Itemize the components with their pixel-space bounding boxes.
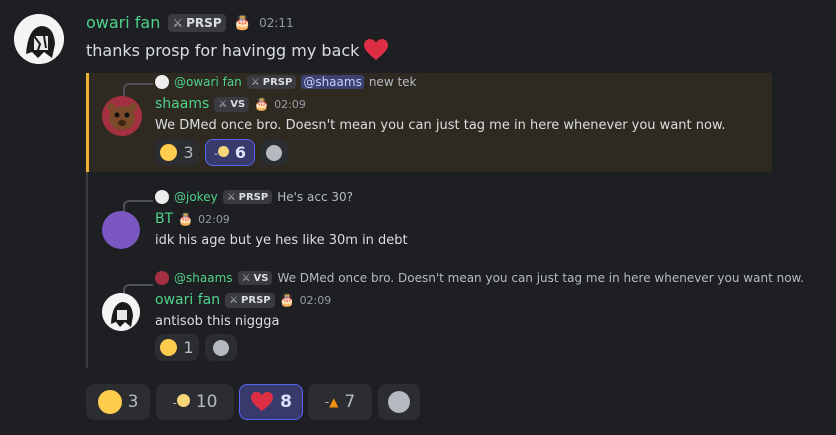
reply-author: @jokey (174, 190, 218, 204)
avatar-image (102, 293, 140, 331)
reaction-cold-face[interactable]: - 6 (205, 139, 255, 166)
guild-tag[interactable]: ⚔ PRSP (225, 292, 275, 308)
mention[interactable]: @shaams (301, 75, 364, 89)
timestamp: 02:09 (299, 293, 332, 307)
guild-tag-label: PRSP (238, 191, 269, 203)
message-text: idk his age but ye hes like 30m in debt (155, 233, 408, 248)
reaction-fire[interactable]: -▲ 7 (308, 384, 372, 420)
reply-text: He's acc 30? (277, 190, 353, 204)
message-header: owari fan ⚔ PRSP 🎂 02:11 (86, 13, 294, 32)
reaction-count: 3 (183, 143, 194, 162)
fire-emoji-icon: -▲ (324, 395, 339, 409)
avatar-image (14, 14, 64, 64)
reply-preview[interactable]: @shaams ⚔ VS We DMed once bro. Doesn't m… (155, 271, 804, 285)
author-name[interactable]: owari fan (86, 13, 160, 32)
avatar[interactable] (102, 293, 140, 331)
reply-author: @owari fan (174, 75, 242, 89)
message-content: thanks prosp for havingg my back (86, 38, 389, 62)
reaction-sob[interactable]: 3 (86, 384, 150, 420)
sob-emoji-icon (97, 390, 122, 414)
avatar[interactable] (102, 211, 140, 249)
reply-avatar (155, 190, 169, 204)
swords-icon: ⚔ (218, 98, 228, 110)
message-header: owari fan ⚔ PRSP 🎂 02:09 (155, 292, 331, 308)
swords-icon: ⚔ (229, 294, 239, 306)
swords-icon: ⚔ (250, 76, 260, 88)
reaction-cold-face[interactable]: - 10 (156, 384, 234, 420)
add-reaction-button[interactable] (260, 139, 288, 166)
swords-icon: ⚔ (172, 15, 184, 30)
cake-icon: 🎂 (233, 14, 252, 31)
reaction-count: 7 (344, 392, 356, 412)
reply-text: new tek (368, 75, 417, 89)
guild-tag-label: PRSP (241, 294, 271, 306)
guild-tag[interactable]: ⚔ VS (214, 96, 250, 112)
reaction-count: 10 (195, 392, 218, 412)
avatar[interactable] (102, 96, 142, 136)
reaction-count: 3 (127, 392, 139, 412)
cold-face-emoji-icon: - (214, 145, 229, 160)
swords-icon: ⚔ (226, 191, 236, 203)
message-text: antisob this niggga (155, 314, 280, 329)
reply-avatar (155, 75, 169, 89)
author-name[interactable]: owari fan (155, 292, 220, 308)
guild-tag-label: PRSP (186, 15, 222, 30)
guild-tag[interactable]: ⚔ PRSP (168, 13, 226, 32)
author-name[interactable]: shaams (155, 96, 209, 112)
message-text: We DMed once bro. Doesn't mean you can j… (155, 118, 726, 133)
guild-tag: ⚔ VS (237, 271, 273, 285)
cake-icon: 🎂 (254, 97, 270, 111)
thread-divider (86, 172, 88, 368)
reaction-count: 6 (234, 143, 247, 162)
avatar[interactable] (14, 14, 64, 64)
message-text: thanks prosp for havingg my back (86, 40, 360, 60)
message-header: shaams ⚔ VS 🎂 02:09 (155, 96, 306, 112)
reaction-sob[interactable]: 3 (155, 139, 199, 166)
reply-preview[interactable]: @jokey ⚔ PRSP He's acc 30? (155, 190, 353, 204)
timestamp: 02:09 (274, 97, 306, 111)
guild-tag-label: PRSP (262, 76, 293, 88)
swords-icon: ⚔ (241, 272, 251, 284)
guild-tag-label: VS (253, 272, 269, 284)
add-reaction-button[interactable] (378, 384, 420, 420)
avatar-image (102, 96, 142, 136)
reaction-count: 8 (280, 392, 292, 412)
smile-icon (213, 339, 229, 356)
cold-face-emoji-icon: - (173, 394, 190, 410)
guild-tag-label: VS (230, 98, 246, 110)
sob-emoji-icon (160, 339, 178, 356)
reaction-count: 1 (183, 338, 194, 357)
heart-icon (251, 391, 274, 412)
reaction-heart[interactable]: 8 (239, 384, 303, 420)
sob-emoji-icon (160, 144, 178, 161)
guild-tag: ⚔ PRSP (246, 75, 297, 89)
cake-icon: 🎂 (178, 212, 194, 226)
timestamp: 02:11 (259, 15, 294, 30)
reply-preview[interactable]: @owari fan ⚔ PRSP @shaams new tek (155, 75, 416, 89)
smile-icon (266, 144, 282, 161)
heart-icon (364, 39, 389, 60)
add-reaction-button[interactable] (205, 334, 237, 361)
smile-icon (388, 391, 410, 413)
reply-text: We DMed once bro. Doesn't mean you can j… (277, 271, 805, 285)
timestamp: 02:09 (198, 212, 230, 226)
guild-tag: ⚔ PRSP (222, 190, 273, 204)
message-header: BT 🎂 02:09 (155, 211, 230, 227)
cake-icon: 🎂 (279, 293, 295, 307)
reply-author: @shaams (174, 271, 233, 285)
author-name[interactable]: BT (155, 211, 173, 227)
reply-avatar (155, 271, 169, 285)
reaction-sob[interactable]: 1 (155, 334, 199, 361)
